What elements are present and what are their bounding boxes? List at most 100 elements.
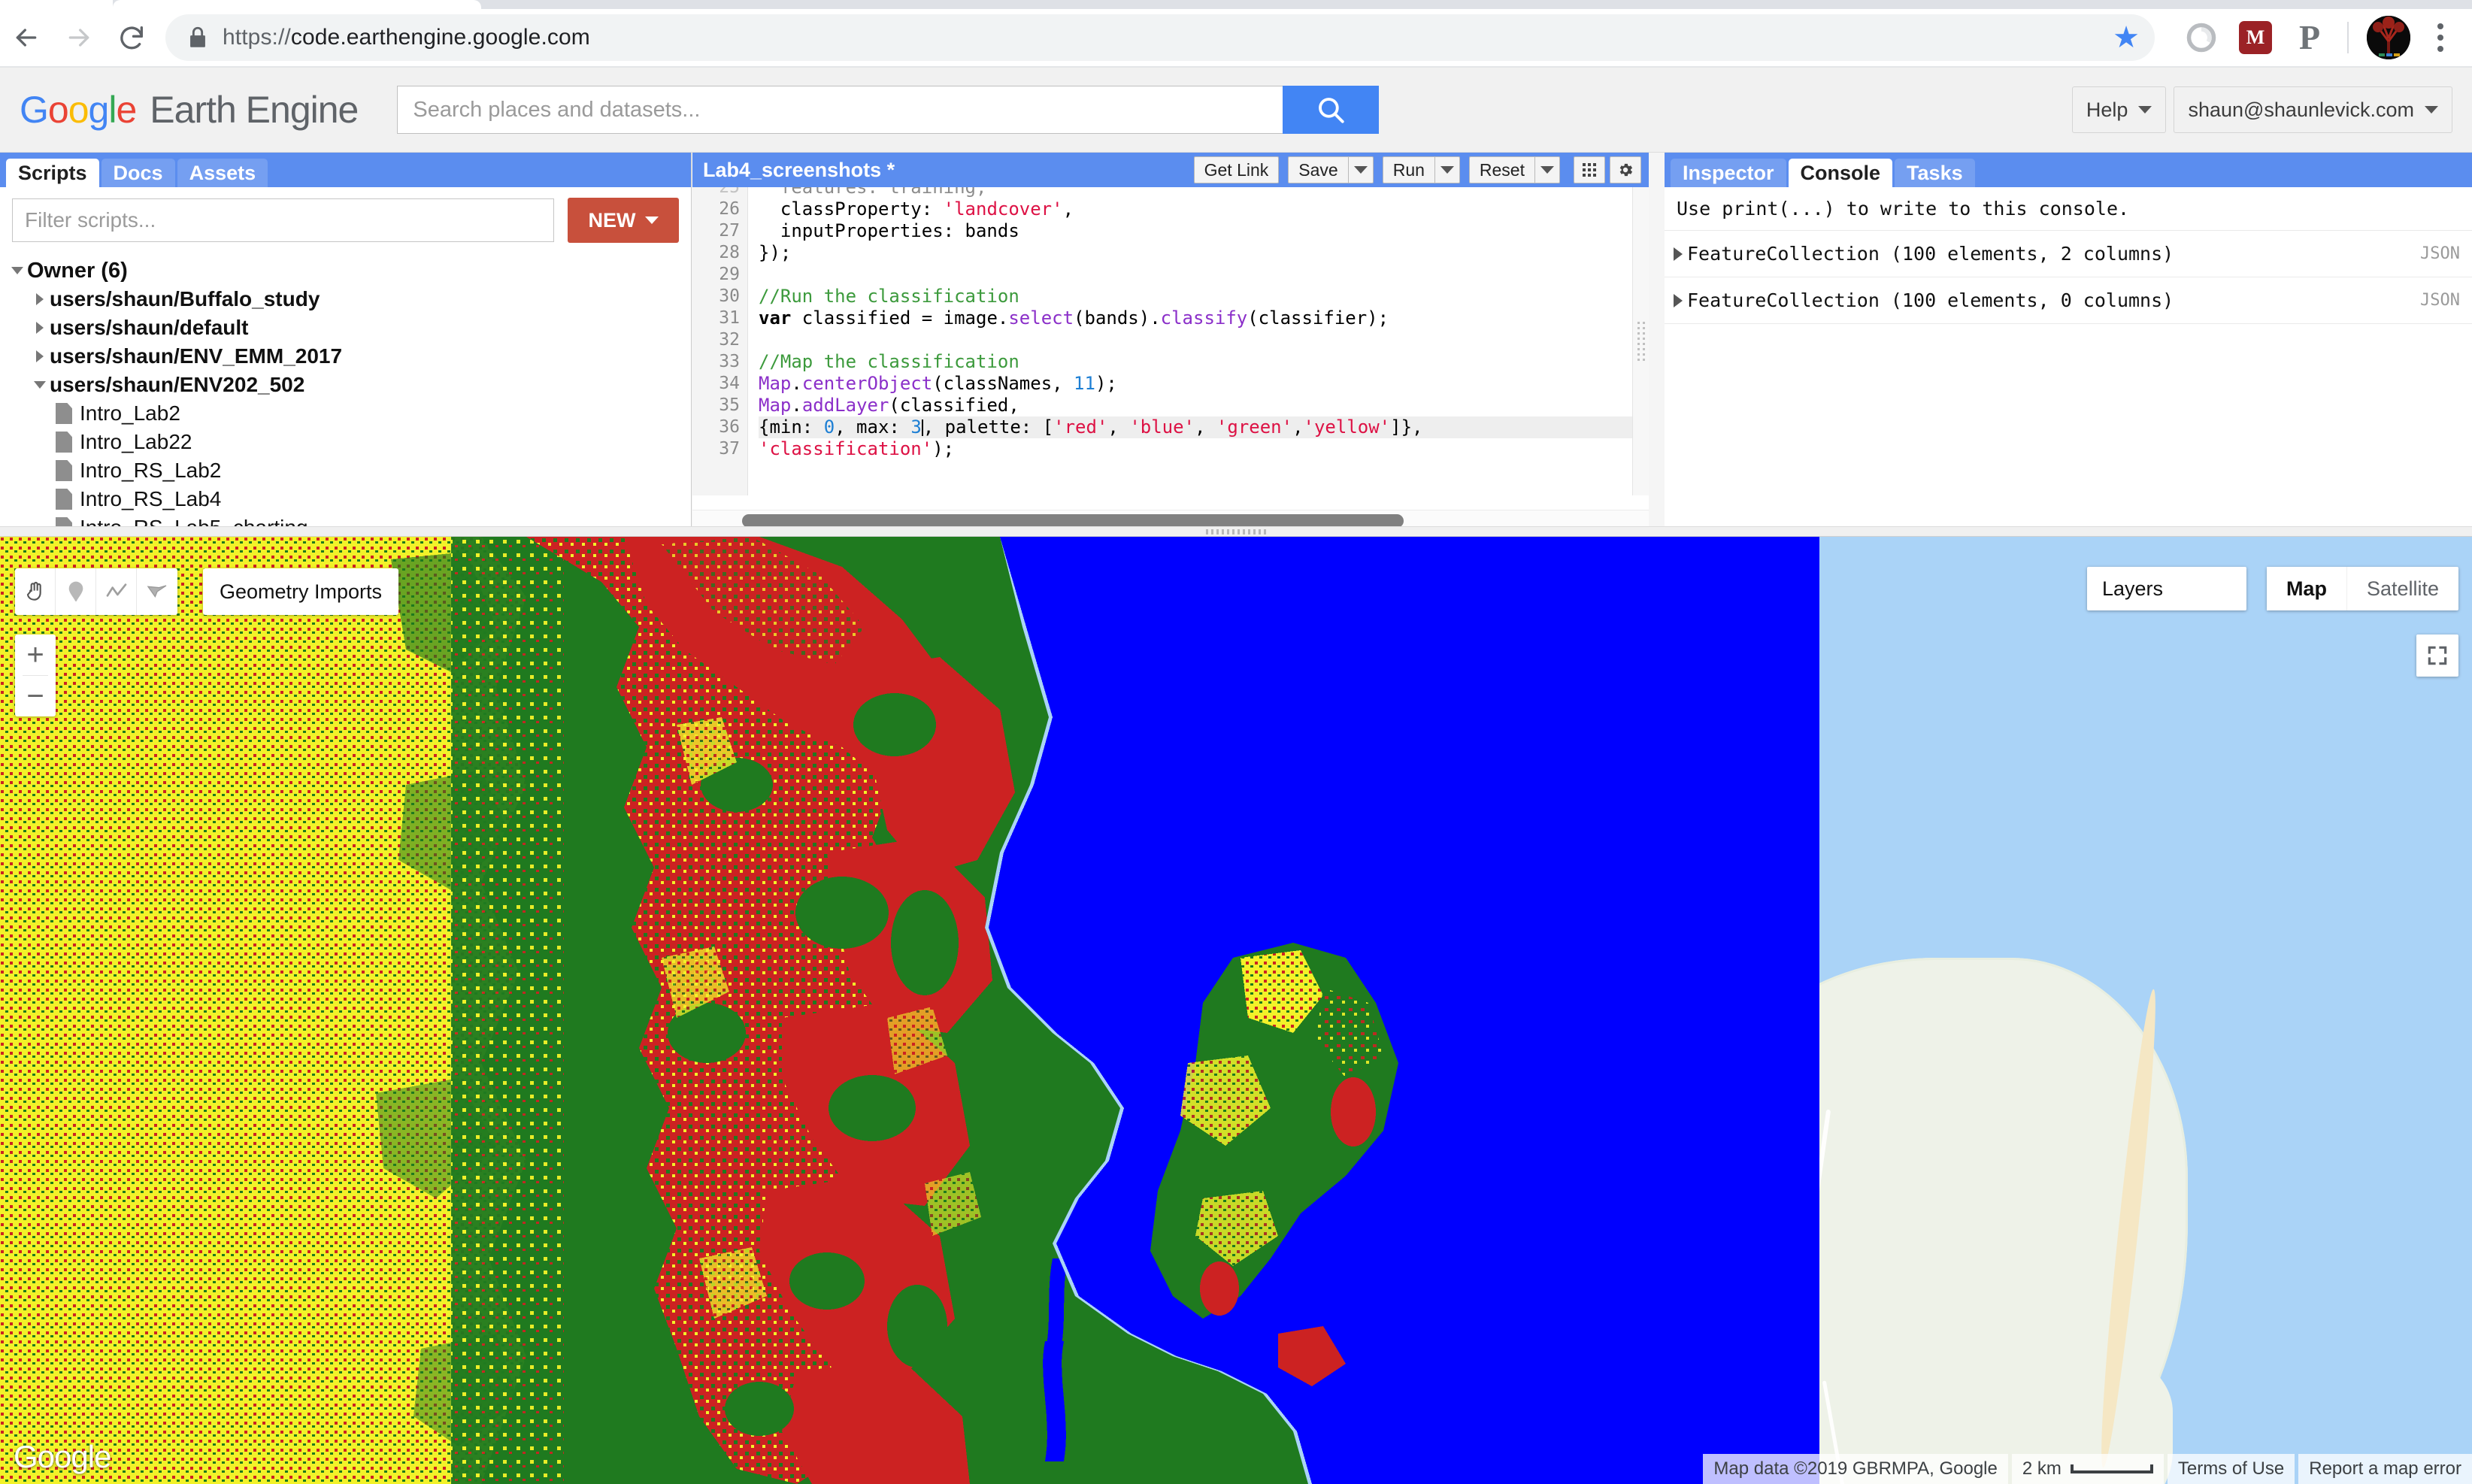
mendeley-extension-icon[interactable]: M bbox=[2231, 14, 2280, 62]
console-result-row[interactable]: FeatureCollection (100 elements, 0 colum… bbox=[1665, 277, 2472, 323]
grammarly-extension-icon[interactable] bbox=[2177, 14, 2225, 62]
tree-folder-env202-502[interactable]: users/shaun/ENV202_502 bbox=[8, 371, 691, 399]
map-canvas[interactable]: arrabah Fitzroy Island Geometry Imports … bbox=[0, 537, 2472, 1484]
code-line[interactable] bbox=[759, 264, 1649, 286]
reset-button-group: Reset bbox=[1468, 156, 1560, 183]
code-line[interactable]: 'classification'); bbox=[759, 438, 1649, 460]
tab-assets[interactable]: Assets bbox=[177, 159, 268, 187]
filter-scripts-input[interactable]: Filter scripts... bbox=[12, 198, 554, 242]
folder-label: users/shaun/Buffalo_study bbox=[50, 287, 320, 310]
tab-inspector[interactable]: Inspector bbox=[1671, 159, 1786, 187]
reset-button[interactable]: Reset bbox=[1468, 156, 1534, 183]
map-type-map[interactable]: Map bbox=[2266, 567, 2346, 610]
account-menu-button[interactable]: shaun@shaunlevick.com bbox=[2174, 86, 2452, 133]
polyline-icon[interactable] bbox=[96, 568, 137, 615]
tree-file-intro-lab22[interactable]: Intro_Lab22 bbox=[8, 428, 691, 456]
run-button[interactable]: Run bbox=[1382, 156, 1434, 183]
code-line[interactable]: classProperty: 'landcover', bbox=[759, 198, 1649, 220]
tab-scripts[interactable]: Scripts bbox=[6, 159, 99, 187]
zoom-out-button[interactable]: − bbox=[15, 676, 56, 716]
console-hint-text: Use print(...) to write to this console. bbox=[1677, 198, 2130, 220]
editor-panel-resize-handle[interactable] bbox=[1632, 187, 1649, 495]
apps-grid-icon[interactable] bbox=[1574, 156, 1605, 183]
back-arrow-icon[interactable] bbox=[0, 11, 53, 64]
browser-tab-active[interactable] bbox=[113, 0, 481, 9]
tab-console[interactable]: Console bbox=[1788, 159, 1893, 187]
paypal-extension-icon[interactable]: P bbox=[2286, 14, 2334, 62]
chevron-right-icon[interactable] bbox=[1674, 247, 1683, 261]
code-line[interactable]: }); bbox=[759, 242, 1649, 264]
earth-engine-header: Google Earth Engine Search places and da… bbox=[0, 68, 2472, 153]
chevron-right-icon[interactable] bbox=[30, 293, 50, 305]
tree-file-intro-rs-lab4[interactable]: Intro_RS_Lab4 bbox=[8, 485, 691, 513]
reset-dropdown-button[interactable] bbox=[1534, 156, 1560, 183]
code-line[interactable]: //Map the classification bbox=[759, 351, 1649, 373]
tree-folder-buffalo-study[interactable]: users/shaun/Buffalo_study bbox=[8, 285, 691, 313]
ee-header-right: Help shaun@shaunlevick.com bbox=[2071, 86, 2452, 133]
star-icon[interactable]: ★ bbox=[2113, 23, 2140, 53]
json-link[interactable]: JSON bbox=[2420, 291, 2460, 310]
chevron-down-icon[interactable] bbox=[8, 267, 27, 274]
console-body: Use print(...) to write to this console.… bbox=[1665, 187, 2472, 324]
code-line[interactable]: Map.centerObject(classNames, 11); bbox=[759, 373, 1649, 395]
panel-map-resize-handle[interactable] bbox=[0, 526, 2472, 537]
code-line[interactable]: //Run the classification bbox=[759, 286, 1649, 307]
gear-icon[interactable] bbox=[1610, 156, 1641, 183]
tree-file-intro-lab2[interactable]: Intro_Lab2 bbox=[8, 399, 691, 428]
code-line[interactable]: var classified = image.select(bands).cla… bbox=[759, 307, 1649, 329]
line-number: 35 bbox=[719, 395, 740, 415]
code-line[interactable]: inputProperties: bands bbox=[759, 220, 1649, 242]
chevron-right-icon[interactable] bbox=[30, 322, 50, 334]
zoom-in-button[interactable]: + bbox=[15, 634, 56, 675]
line-number: 27 bbox=[719, 221, 740, 241]
save-button[interactable]: Save bbox=[1288, 156, 1348, 183]
report-map-error-link[interactable]: Report a map error bbox=[2298, 1454, 2472, 1484]
tab-docs[interactable]: Docs bbox=[101, 159, 175, 187]
chevron-right-icon[interactable] bbox=[1674, 293, 1683, 307]
chevron-right-icon[interactable] bbox=[30, 350, 50, 362]
tree-folder-env-emm-2017[interactable]: users/shaun/ENV_EMM_2017 bbox=[8, 342, 691, 371]
tree-owner-node[interactable]: Owner (6) bbox=[8, 256, 691, 285]
geometry-imports-panel[interactable]: Geometry Imports bbox=[203, 568, 399, 615]
fullscreen-icon[interactable] bbox=[2416, 634, 2458, 677]
tab-tasks[interactable]: Tasks bbox=[1895, 159, 1975, 187]
line-number: 36 bbox=[719, 417, 740, 437]
tree-folder-default[interactable]: users/shaun/default bbox=[8, 313, 691, 342]
forward-arrow-icon[interactable] bbox=[53, 11, 105, 64]
code-line[interactable]: Map.addLayer(classified, bbox=[759, 395, 1649, 416]
code-line[interactable]: features: training, bbox=[759, 187, 1649, 198]
terms-of-use-link[interactable]: Terms of Use bbox=[2167, 1454, 2295, 1484]
editor-buttons: Get Link Save Run Reset bbox=[1193, 156, 1641, 183]
run-dropdown-button[interactable] bbox=[1434, 156, 1460, 183]
help-menu-button[interactable]: Help bbox=[2071, 86, 2167, 133]
code-line[interactable]: {min: 0, max: 3, palette: ['red', 'blue'… bbox=[759, 416, 1649, 438]
console-result-row[interactable]: FeatureCollection (100 elements, 2 colum… bbox=[1665, 230, 2472, 277]
pan-hand-icon[interactable] bbox=[15, 568, 56, 615]
code-area[interactable]: 25 26 27 28 29 30 31 32 33 34 35 36 37 features: tra… bbox=[692, 187, 1649, 495]
marker-pin-icon[interactable] bbox=[56, 568, 96, 615]
line-number: 33 bbox=[719, 352, 740, 371]
layers-button[interactable]: Layers bbox=[2087, 567, 2246, 610]
search-icon[interactable] bbox=[1283, 86, 1380, 134]
scripts-tabbar: Scripts Docs Assets bbox=[0, 153, 691, 187]
run-button-group: Run bbox=[1382, 156, 1460, 183]
code-line[interactable] bbox=[759, 329, 1649, 351]
polygon-icon[interactable] bbox=[137, 568, 177, 615]
reload-icon[interactable] bbox=[105, 11, 158, 64]
console-result-label: FeatureCollection (100 elements, 0 colum… bbox=[1687, 289, 2174, 311]
three-dot-menu-icon[interactable] bbox=[2418, 14, 2463, 62]
tree-file-intro-rs-lab2[interactable]: Intro_RS_Lab2 bbox=[8, 456, 691, 485]
folder-label: users/shaun/default bbox=[50, 316, 249, 339]
save-dropdown-button[interactable] bbox=[1347, 156, 1374, 183]
map-type-satellite[interactable]: Satellite bbox=[2346, 567, 2458, 610]
code-text[interactable]: features: training, classProperty: 'land… bbox=[748, 187, 1649, 495]
folder-label: users/shaun/ENV202_502 bbox=[50, 373, 305, 396]
json-link[interactable]: JSON bbox=[2420, 244, 2460, 263]
address-bar[interactable]: https://code.earthengine.google.com ★ bbox=[165, 14, 2155, 61]
new-script-button[interactable]: NEW bbox=[568, 198, 679, 243]
avatar[interactable] bbox=[2367, 16, 2410, 59]
search-input[interactable]: Search places and datasets... bbox=[397, 86, 1283, 134]
chevron-down-icon[interactable] bbox=[30, 381, 50, 389]
browser-tab-inactive[interactable] bbox=[0, 0, 113, 9]
get-link-button[interactable]: Get Link bbox=[1193, 156, 1280, 183]
